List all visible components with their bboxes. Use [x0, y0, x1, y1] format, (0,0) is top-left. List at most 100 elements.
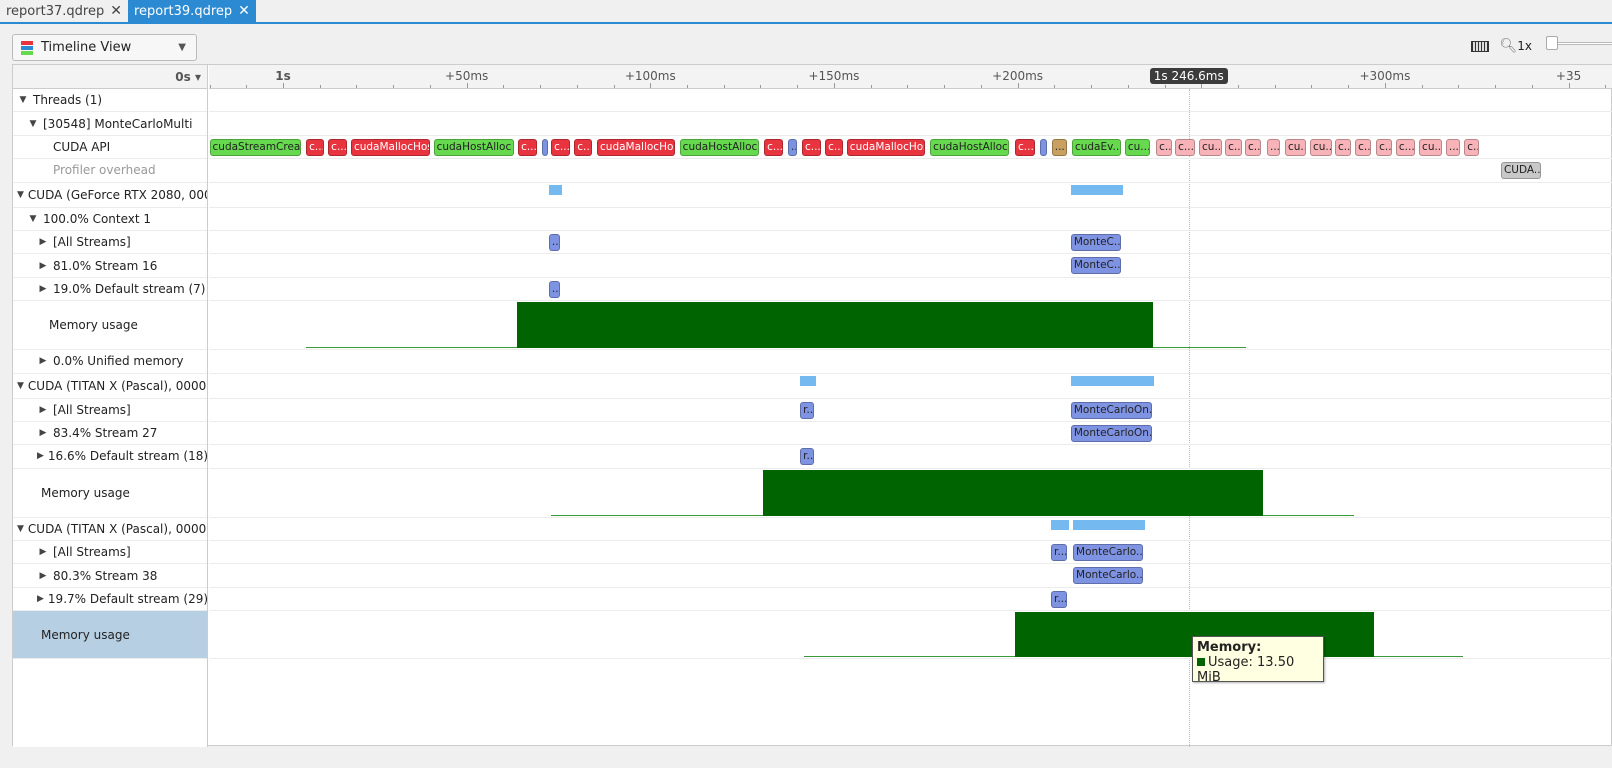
timeline-row[interactable] — [209, 89, 1612, 113]
timeline-event[interactable]: r... — [1051, 544, 1067, 562]
expand-right-icon[interactable]: ▶ — [37, 356, 49, 366]
timeline-event[interactable]: r... — [1051, 590, 1067, 608]
expand-right-icon[interactable]: ▶ — [37, 594, 44, 604]
timeline-row[interactable]: ... MonteC... — [209, 231, 1612, 255]
timeline-event[interactable]: CUDA... — [1500, 162, 1542, 180]
tree-row[interactable]: ▶ [All Streams] — [13, 231, 207, 255]
zoom-icon[interactable]: 🔍︎1x — [1499, 38, 1532, 54]
timeline-row[interactable]: MonteC... — [209, 254, 1612, 278]
timeline-event[interactable]: c... — [1225, 138, 1242, 156]
timeline-event[interactable]: cu... — [1309, 138, 1332, 156]
timeline-event[interactable]: c... — [1015, 138, 1036, 156]
timeline-row[interactable] — [209, 611, 1612, 660]
expand-down-icon[interactable]: ▼ — [27, 214, 39, 224]
tree-row[interactable]: ▶ 83.4% Stream 27 — [13, 422, 207, 446]
timeline-event[interactable]: cudaEv... — [1071, 138, 1121, 156]
gpu-activity-summary[interactable] — [1070, 184, 1123, 195]
timeline-event[interactable]: ... — [788, 138, 798, 156]
expand-down-icon[interactable]: ▼ — [17, 524, 24, 534]
timeline-event[interactable]: c... — [1334, 138, 1351, 156]
gpu-activity-summary[interactable] — [800, 375, 816, 386]
timeline-event[interactable]: cudaHostAlloc — [930, 138, 1009, 156]
tree-row[interactable]: ▶ 19.0% Default stream (7) — [13, 278, 207, 302]
timeline-event[interactable]: ... — [548, 280, 561, 298]
tree-row[interactable]: ▶ 81.0% Stream 16 — [13, 254, 207, 278]
timeline-event[interactable]: c... — [1156, 138, 1173, 156]
tree-row[interactable]: ▼ CUDA (TITAN X (Pascal), 0000: — [13, 518, 207, 542]
expand-right-icon[interactable]: ▶ — [37, 284, 49, 294]
timeline-event[interactable]: ... — [1445, 138, 1461, 156]
zoom-slider[interactable] — [1542, 36, 1612, 56]
timeline-event[interactable]: cu... — [1419, 138, 1443, 156]
tree-row[interactable]: ▶ 0.0% Unified memory — [13, 350, 207, 374]
timeline-event[interactable]: c... — [1175, 138, 1195, 156]
tree-row[interactable]: Memory usage — [13, 301, 207, 351]
timeline-row[interactable]: MonteCarloOn... — [209, 422, 1612, 446]
expand-right-icon[interactable]: ▶ — [37, 261, 49, 271]
timeline-event[interactable]: MonteCarloOn... — [1070, 424, 1152, 442]
timeline-event[interactable]: MonteCarlo... — [1073, 567, 1144, 585]
timeline-event[interactable]: cudaMallocHost — [846, 138, 925, 156]
tree-row[interactable]: ▶ 19.7% Default stream (29) — [13, 588, 207, 612]
expand-down-icon[interactable]: ▼ — [17, 381, 24, 391]
timeline-row[interactable]: r... MonteCarlo... — [209, 541, 1612, 565]
tree-row[interactable]: ▶ 16.6% Default stream (18) — [13, 445, 207, 469]
timeline-event[interactable]: c... — [551, 138, 571, 156]
tree-row[interactable]: ▼ [30548] MonteCarloMulti — [13, 112, 207, 136]
timeline-row[interactable] — [209, 469, 1612, 518]
timeline-event[interactable]: cu... — [1284, 138, 1307, 156]
tree-row[interactable]: ▼ CUDA (GeForce RTX 2080, 0000 — [13, 183, 207, 208]
tab-report39[interactable]: report39.qdrep ✕ — [127, 0, 256, 22]
timeline-row[interactable] — [209, 208, 1612, 231]
time-ruler[interactable]: 1s+50ms+100ms+150ms+200ms+250ms+300ms+35… — [209, 65, 1612, 89]
tree-row[interactable]: Memory usage — [13, 469, 207, 518]
timeline-event[interactable]: c... — [764, 138, 784, 156]
timeline-event[interactable]: MonteCarloOn... — [1070, 401, 1152, 419]
expand-down-icon[interactable]: ▼ — [17, 190, 24, 200]
timeline-event[interactable]: c... — [1464, 138, 1480, 156]
timeline-row[interactable]: r... — [209, 588, 1612, 612]
timeline-event[interactable]: c... — [801, 138, 821, 156]
gpu-activity-summary[interactable] — [1051, 519, 1069, 530]
tree-row[interactable]: ▶ [All Streams] — [13, 541, 207, 565]
timeline-row[interactable]: ... — [209, 278, 1612, 302]
timeline-event[interactable]: c... — [825, 138, 843, 156]
memory-usage-bar[interactable] — [516, 302, 1154, 349]
tree-row[interactable]: ▼ CUDA (TITAN X (Pascal), 0000: — [13, 374, 207, 399]
expand-right-icon[interactable]: ▶ — [37, 571, 49, 581]
timeline-row[interactable]: MonteCarlo... — [209, 564, 1612, 588]
expand-down-icon[interactable]: ▼ — [17, 95, 29, 105]
timeline-row[interactable] — [209, 350, 1612, 374]
expand-right-icon[interactable]: ▶ — [37, 547, 49, 557]
timeline-event[interactable]: c... — [306, 138, 324, 156]
timeline-event[interactable]: MonteCarlo... — [1073, 544, 1144, 562]
timeline-row[interactable] — [209, 374, 1612, 399]
timeline-event[interactable]: ... — [1051, 138, 1067, 156]
timeline-area[interactable]: 1s+50ms+100ms+150ms+200ms+250ms+300ms+35… — [209, 65, 1612, 747]
timeline-row[interactable] — [209, 183, 1612, 208]
tree-row[interactable]: Profiler overhead — [13, 159, 207, 183]
timeline-event[interactable]: r... — [800, 401, 814, 419]
timeline-event[interactable]: c... — [518, 138, 537, 156]
timeline-event[interactable]: cudaMallocHost — [597, 138, 676, 156]
gpu-activity-summary[interactable] — [1073, 519, 1146, 530]
expand-right-icon[interactable]: ▶ — [37, 237, 49, 247]
tab-report37[interactable]: report37.qdrep ✕ — [0, 0, 128, 22]
tree-row[interactable]: ▼ 100.0% Context 1 — [13, 208, 207, 231]
timeline-event[interactable] — [541, 138, 548, 156]
timeline-event[interactable]: cudaStreamCreate — [209, 138, 302, 156]
timeline-event[interactable]: r... — [800, 448, 814, 466]
timeline-event[interactable]: MonteC... — [1070, 233, 1121, 251]
close-icon[interactable]: ✕ — [238, 3, 250, 19]
timeline-row[interactable]: CUDA... — [209, 159, 1612, 183]
time-origin-selector[interactable]: 0s ▾ — [175, 70, 201, 84]
timeline-event[interactable]: MonteC... — [1070, 257, 1121, 275]
expand-down-icon[interactable]: ▼ — [27, 119, 39, 129]
keyboard-icon[interactable] — [1471, 40, 1490, 52]
memory-usage-bar[interactable] — [763, 469, 1263, 516]
close-icon[interactable]: ✕ — [110, 3, 122, 19]
tree-row[interactable]: ▶ 80.3% Stream 38 — [13, 564, 207, 588]
tree-row[interactable]: CUDA API — [13, 136, 207, 160]
tree-row[interactable]: Memory usage — [13, 611, 207, 660]
tree-row[interactable]: ▼ Threads (1) — [13, 89, 207, 113]
